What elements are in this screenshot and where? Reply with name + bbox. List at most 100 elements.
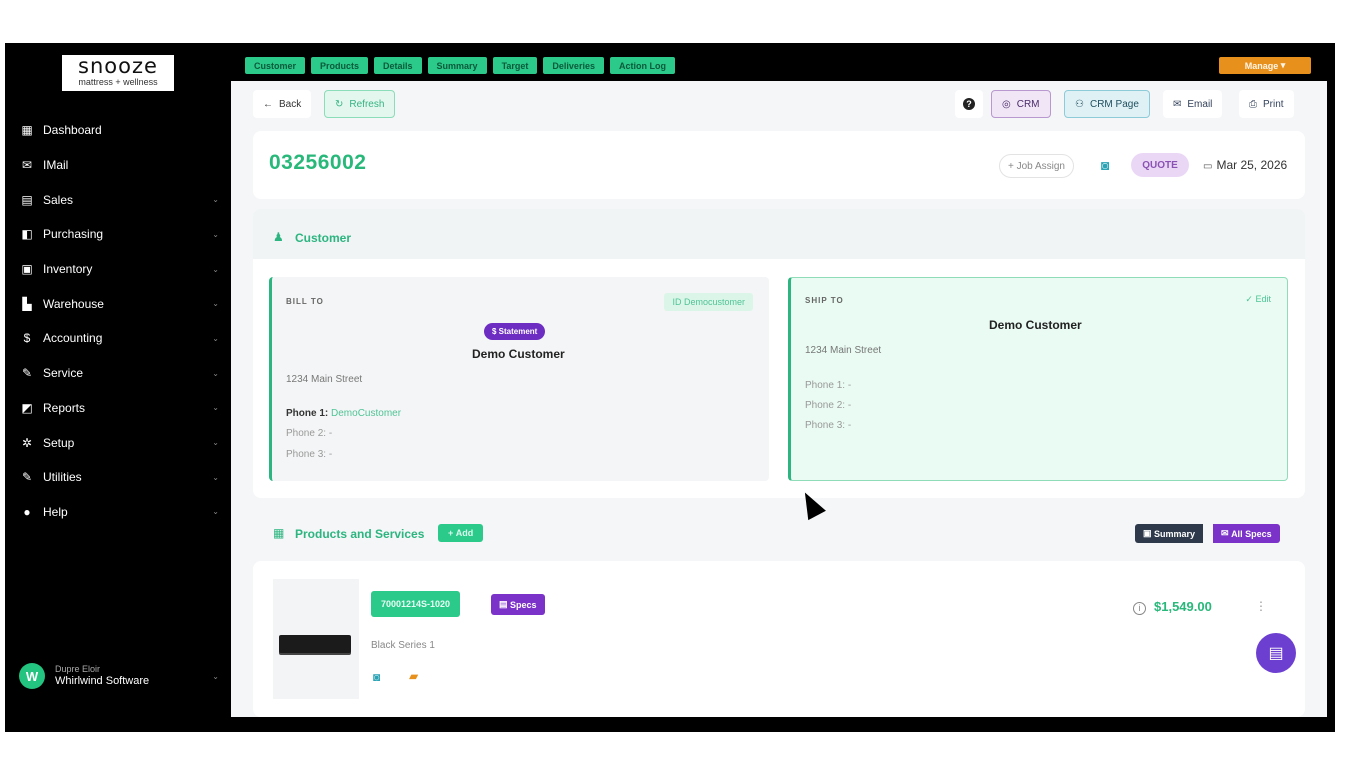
back-label: Back	[279, 98, 302, 110]
envelope-icon: ✉	[1221, 528, 1229, 538]
logo-tagline: mattress + wellness	[78, 77, 158, 87]
wrench-icon: ✎	[21, 366, 33, 381]
tab-target[interactable]: Target	[492, 57, 538, 74]
refresh-button[interactable]: ↻ Refresh	[324, 90, 396, 118]
order-number: 03256002	[269, 151, 367, 174]
sidebar-item-inventory[interactable]: ▣ Inventory ⌄	[5, 252, 231, 287]
sidebar-item-label: Purchasing	[43, 227, 104, 242]
print-label: Print	[1263, 98, 1284, 110]
specs-button[interactable]: ▤ Specs	[491, 594, 545, 615]
sidebar-item-imail[interactable]: ✉ IMail	[5, 148, 231, 183]
camera-icon[interactable]: ◙	[1101, 157, 1109, 173]
chat-icon: ▤	[1268, 645, 1284, 662]
summary-icon: ▣	[1143, 528, 1152, 538]
sidebar-item-warehouse[interactable]: ▙ Warehouse ⌄	[5, 286, 231, 321]
gear-icon: ✲	[21, 435, 33, 450]
customer-body: BILL TO ID Democustomer $ Statement Demo…	[253, 259, 1305, 498]
brand-logo[interactable]: snooze mattress + wellness	[62, 55, 174, 91]
top-bar: Customer Products Details Summary Target…	[231, 43, 1335, 81]
phone1-value[interactable]: DemoCustomer	[331, 408, 401, 419]
crm-page-button[interactable]: ⚇ CRM Page	[1064, 90, 1150, 118]
user-menu[interactable]: W Dupre Eloir Whirlwind Software ⌄	[19, 661, 229, 691]
tab-products[interactable]: Products	[311, 57, 369, 74]
ship-to-phone1: Phone 1: -	[805, 380, 852, 391]
products-section-header: ▦ Products and Services + Add ▣ Summary …	[253, 518, 1305, 548]
add-label: Add	[455, 528, 474, 538]
ship-to-label: SHIP TO	[805, 296, 844, 305]
caret-down-icon: ▾	[1280, 60, 1286, 70]
statement-button[interactable]: $ Statement	[484, 323, 546, 340]
price-value: $1,549.00	[1154, 599, 1212, 614]
sidebar-item-purchasing[interactable]: ◧ Purchasing ⌄	[5, 217, 231, 252]
chat-bubble-button[interactable]: ▤	[1256, 633, 1296, 673]
all-specs-button[interactable]: ✉ All Specs	[1213, 524, 1280, 543]
sidebar-item-sales[interactable]: ▤ Sales ⌄	[5, 182, 231, 217]
email-label: Email	[1187, 98, 1213, 110]
plus-icon: +	[1008, 160, 1014, 172]
ship-to-edit-button[interactable]: ✓ Edit	[1245, 294, 1271, 305]
sidebar-item-label: IMail	[43, 158, 69, 173]
users-icon: ⚇	[1075, 98, 1084, 110]
more-options-icon[interactable]: ⋮	[1255, 599, 1267, 613]
job-assign-button[interactable]: + Job Assign	[999, 154, 1074, 178]
crm-label: CRM	[1016, 98, 1040, 110]
tab-customer[interactable]: Customer	[245, 57, 306, 74]
check-icon: ✓	[1245, 294, 1253, 304]
refresh-label: Refresh	[349, 98, 385, 110]
sidebar-item-setup[interactable]: ✲ Setup ⌄	[5, 425, 231, 460]
tab-summary[interactable]: Summary	[427, 57, 487, 74]
status-badge: QUOTE	[1131, 153, 1189, 177]
email-button[interactable]: ✉ Email	[1163, 90, 1223, 118]
sidebar: snooze mattress + wellness ▦ Dashboard ✉ I…	[5, 43, 231, 732]
sidebar-item-reports[interactable]: ◩ Reports ⌄	[5, 391, 231, 426]
ship-to-edit-label: Edit	[1255, 294, 1271, 304]
product-image[interactable]	[273, 579, 359, 699]
sidebar-item-dashboard[interactable]: ▦ Dashboard	[5, 113, 231, 148]
ship-to-phone2: Phone 2: -	[805, 400, 852, 411]
tag-icon[interactable]: ▰	[409, 669, 418, 683]
help-button[interactable]: ?	[955, 90, 983, 118]
avatar: W	[19, 663, 45, 689]
tab-action-log[interactable]: Action Log	[609, 57, 675, 74]
sidebar-item-label: Sales	[43, 192, 74, 207]
sidebar-item-help[interactable]: ● Help ⌄	[5, 495, 231, 530]
manage-button[interactable]: Manage ▾	[1219, 57, 1311, 74]
chevron-down-icon: ⌄	[212, 507, 219, 517]
sidebar-item-label: Setup	[43, 435, 75, 450]
help-icon: ●	[23, 504, 31, 519]
product-line-card: 70001214S-1020 ▤ Specs Black Series 1 ◙ …	[253, 561, 1305, 717]
tab-deliveries[interactable]: Deliveries	[543, 57, 604, 74]
chevron-down-icon: ⌄	[212, 438, 219, 448]
plus-icon: +	[448, 528, 454, 538]
sidebar-item-accounting[interactable]: $ Accounting ⌄	[5, 321, 231, 356]
crm-page-label: CRM Page	[1089, 98, 1139, 110]
printer-icon: ⎙	[1249, 98, 1257, 110]
back-button[interactable]: ← Back	[253, 90, 312, 118]
camera-icon[interactable]: ◙	[373, 670, 380, 684]
reports-icon: ◩	[21, 400, 33, 415]
product-sku-button[interactable]: 70001214S-1020	[371, 591, 461, 617]
globe-icon: ◎	[1002, 98, 1011, 110]
logo-brand: snooze	[78, 54, 158, 78]
print-button[interactable]: ⎙ Print	[1239, 90, 1294, 118]
tab-details[interactable]: Details	[374, 57, 422, 74]
product-price: i $1,549.00	[1133, 599, 1212, 615]
user-info: Dupre Eloir Whirlwind Software	[55, 664, 212, 688]
bill-to-address: 1234 Main Street	[286, 374, 363, 385]
sidebar-item-label: Warehouse	[43, 296, 104, 311]
sidebar-item-utilities[interactable]: ✎ Utilities ⌄	[5, 460, 231, 495]
mail-icon: ✉	[21, 158, 33, 173]
summary-button[interactable]: ▣ Summary	[1135, 524, 1204, 543]
bill-to-name: Demo Customer	[472, 347, 565, 361]
question-icon: ?	[963, 98, 975, 110]
phone1-label: Phone 1:	[286, 408, 329, 419]
customer-id-badge[interactable]: ID Democustomer	[664, 293, 753, 311]
customer-section-header[interactable]: ♟ Customer	[253, 209, 1305, 259]
info-icon[interactable]: i	[1133, 602, 1146, 615]
crm-button[interactable]: ◎ CRM	[991, 90, 1051, 118]
specs-label: Specs	[510, 599, 537, 610]
order-header-card: 03256002 + Job Assign ◙ QUOTE ▭ Mar 25, 2…	[253, 131, 1305, 199]
add-product-button[interactable]: + Add	[438, 524, 484, 542]
sidebar-item-label: Service	[43, 366, 84, 381]
sidebar-item-service[interactable]: ✎ Service ⌄	[5, 356, 231, 391]
